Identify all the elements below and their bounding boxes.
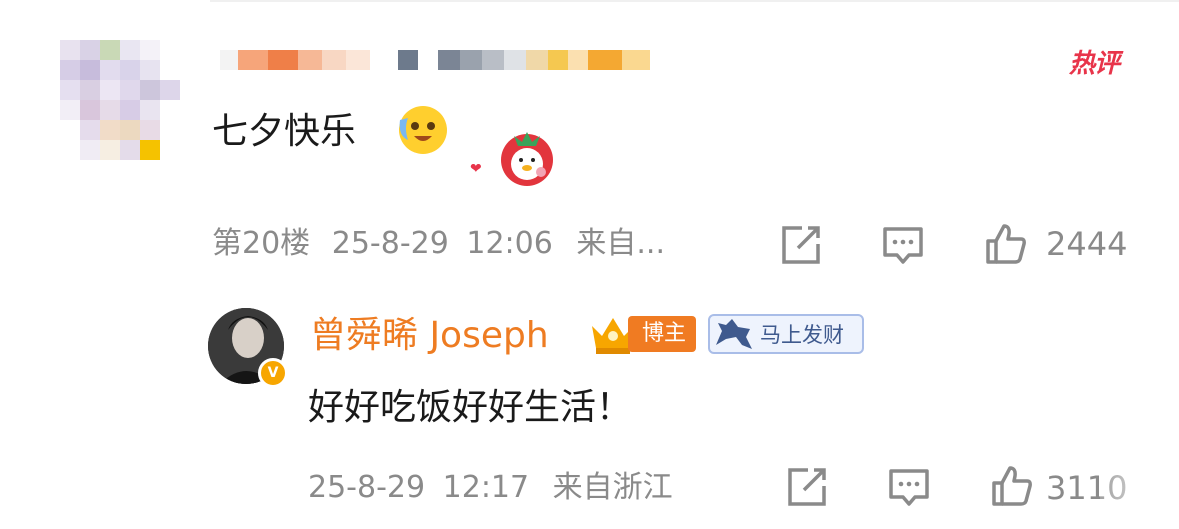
reply-date: 25-8-29 xyxy=(308,470,426,505)
hot-comment-badge: 热评 xyxy=(1068,48,1120,79)
comment-time: 12:06 xyxy=(466,226,553,261)
share-icon[interactable] xyxy=(780,224,822,266)
verified-icon: V xyxy=(258,358,288,388)
comment-source: 来自... xyxy=(576,226,665,261)
like-count: 2444 xyxy=(1046,225,1128,263)
comment-meta: 第20楼 25-8-29 12:06 来自... xyxy=(212,224,665,264)
like-icon[interactable] xyxy=(990,464,1034,508)
reply-meta: 25-8-29 12:17 来自浙江 xyxy=(308,468,673,508)
comment-text: 七夕快乐 xyxy=(212,111,357,152)
emoji-face-icon xyxy=(399,106,447,154)
like-icon[interactable] xyxy=(984,222,1028,266)
comment-icon[interactable] xyxy=(882,224,924,266)
watermark-overlay xyxy=(1100,470,1179,520)
fortune-badge-label: 马上发财 xyxy=(760,323,844,347)
comment-icon[interactable] xyxy=(888,466,930,508)
blogger-badge: 博主 xyxy=(628,316,697,352)
reply-author-name[interactable]: 曾舜晞 Joseph xyxy=(310,312,549,360)
reply-time: 12:17 xyxy=(442,470,530,505)
horse-icon xyxy=(716,319,752,349)
commenter-name-blurred[interactable] xyxy=(220,40,690,80)
floor-label: 第20楼 xyxy=(212,226,311,261)
share-icon[interactable] xyxy=(786,466,828,508)
comment-date: 25-8-29 xyxy=(331,226,449,261)
fortune-badge: 马上发财 xyxy=(708,314,864,354)
commenter-avatar[interactable] xyxy=(60,40,180,160)
reply-text: 好好吃饭好好生活！ xyxy=(308,387,633,428)
reply-source: 来自浙江 xyxy=(552,470,673,505)
heart-icon: ❤ xyxy=(470,161,482,177)
top-divider xyxy=(210,0,1179,2)
strawberry-sticker-icon xyxy=(501,132,553,186)
